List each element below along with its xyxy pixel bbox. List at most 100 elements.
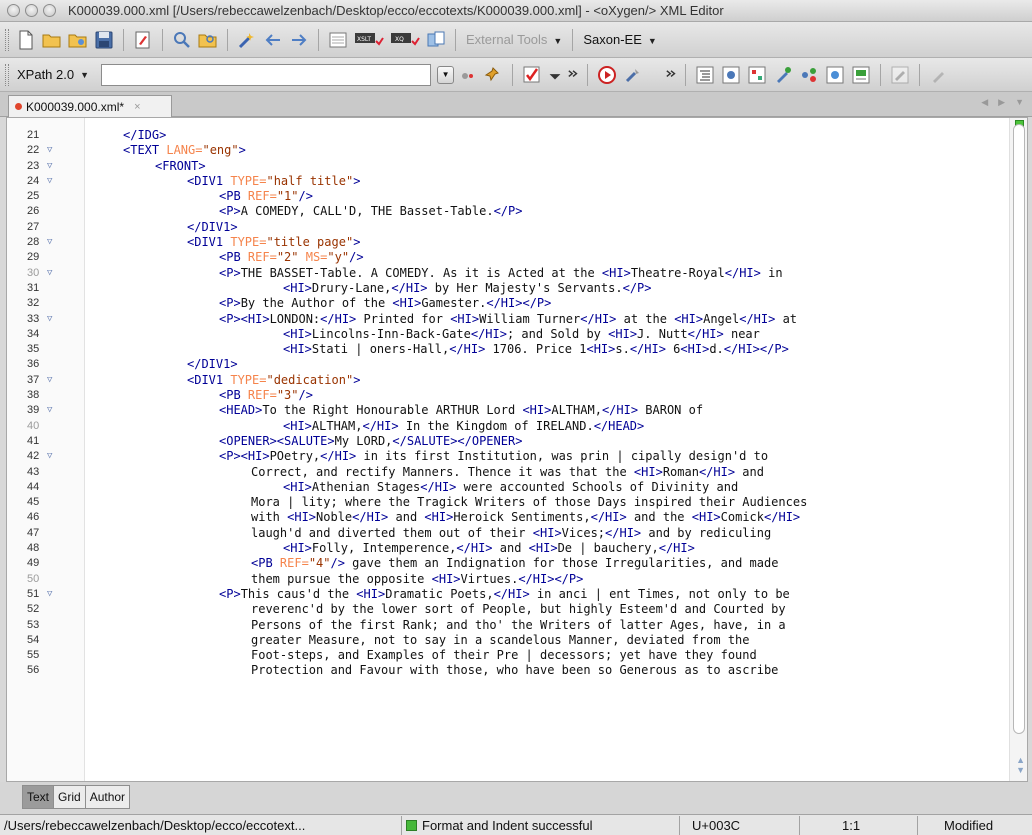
close-tab-icon[interactable]: × (134, 101, 140, 113)
back-arrow-icon[interactable] (261, 28, 285, 52)
code-line[interactable]: 21 </IDG> (7, 128, 1007, 143)
tab-right-arrow-icon[interactable]: ▶ (998, 97, 1005, 108)
code-line[interactable]: 31 <HI>Drury-Lane,</HI> by Her Majesty's … (7, 281, 1007, 296)
apply-scenario-icon[interactable] (424, 28, 448, 52)
code-line[interactable]: 27 </DIV1> (7, 220, 1007, 235)
document-properties-icon[interactable] (849, 63, 873, 87)
vertical-scrollbar[interactable]: ▲ ▼ (1009, 118, 1027, 781)
transformer-menu[interactable]: Saxon-EE ▼ (579, 32, 660, 47)
code-line[interactable]: 25 <PB REF="1"/> (7, 189, 1007, 204)
preview-icon[interactable] (823, 63, 847, 87)
code-line[interactable]: 53 Persons of the first Rank; and tho' th… (7, 618, 1007, 633)
pin-icon[interactable] (481, 63, 505, 87)
tab-list-icon[interactable]: ▼ (1015, 97, 1024, 108)
code-line[interactable]: 34 <HI>Lincolns-Inn-Back-Gate</HI>; and S… (7, 327, 1007, 342)
fold-toggle-icon[interactable]: ▽ (47, 266, 52, 281)
xpath-history-dropdown[interactable]: ▼ (437, 65, 455, 84)
overflow-chevron-icon[interactable] (566, 63, 580, 87)
code-line[interactable]: 40 <HI>ALTHAM,</HI> In the Kingdom of IRE… (7, 419, 1007, 434)
external-tools-menu[interactable]: External Tools ▼ (462, 32, 566, 47)
code-line[interactable]: 46 with <HI>Noble</HI> and <HI>Heroick Se… (7, 510, 1007, 525)
open-folder-icon[interactable] (40, 28, 64, 52)
code-line[interactable]: 44 <HI>Athenian Stages</HI> were accounte… (7, 480, 1007, 495)
toggle-comment-icon[interactable] (719, 63, 743, 87)
code-line[interactable]: 42 ▽ <P><HI>POetry,</HI> in its first Inst… (7, 449, 1007, 464)
code-line[interactable]: 50 them pursue the opposite <HI>Virtues.<… (7, 572, 1007, 587)
xquery-transform-icon[interactable]: XQ (388, 28, 422, 52)
author-edit-icon[interactable] (888, 63, 912, 87)
code-line[interactable]: 39 ▽ <HEAD>To the Right Honourable ARTHUR … (7, 403, 1007, 418)
code-line[interactable]: 43 Correct, and rectify Manners. Thence i… (7, 465, 1007, 480)
code-line[interactable]: 23 ▽ <FRONT> (7, 159, 1007, 174)
code-line[interactable]: 52 reverenc'd by the lower sort of People… (7, 602, 1007, 617)
toolbar-grip[interactable] (5, 63, 9, 86)
code-line[interactable]: 36 </DIV1> (7, 357, 1007, 372)
edit-document-icon[interactable] (131, 28, 155, 52)
code-area[interactable]: 21 </IDG> 22 ▽ <TEXT LANG="eng"> 23 ▽ <FRONT> 24… (7, 128, 1007, 679)
code-line[interactable]: 24 ▽ <DIV1 TYPE="half title"> (7, 174, 1007, 189)
fold-toggle-icon[interactable]: ▽ (47, 143, 52, 158)
find-in-files-icon[interactable] (196, 28, 220, 52)
tab-text[interactable]: Text (23, 786, 55, 808)
fold-toggle-icon[interactable]: ▽ (47, 449, 52, 464)
validate-icon[interactable] (520, 63, 544, 87)
code-line[interactable]: 38 <PB REF="3"/> (7, 388, 1007, 403)
code-line[interactable]: 29 <PB REF="2" MS="y"/> (7, 250, 1007, 265)
edit-attributes-icon[interactable] (771, 63, 795, 87)
fold-toggle-icon[interactable]: ▽ (47, 174, 52, 189)
format-indent-icon[interactable] (693, 63, 717, 87)
zoom-window-button[interactable] (43, 4, 56, 17)
code-line[interactable]: 33 ▽ <P><HI>LONDON:</HI> Printed for <HI>W… (7, 312, 1007, 327)
tab-grid[interactable]: Grid (54, 786, 86, 808)
code-line[interactable]: 47 laugh'd and diverted them out of their… (7, 526, 1007, 541)
scrollbar-thumb[interactable] (1013, 124, 1025, 734)
text-editor[interactable]: 21 </IDG> 22 ▽ <TEXT LANG="eng"> 23 ▽ <FRONT> 24… (6, 117, 1028, 782)
code-line[interactable]: 54 greater Measure, not to say in a scand… (7, 633, 1007, 648)
outline-view-icon[interactable] (326, 28, 350, 52)
minimize-window-button[interactable] (25, 4, 38, 17)
find-icon[interactable] (170, 28, 194, 52)
code-line[interactable]: 49 <PB REF="4"/> gave them an Indignation… (7, 556, 1007, 571)
refactor-icon[interactable] (797, 63, 821, 87)
overflow-chevron-icon[interactable] (664, 63, 678, 87)
configure-icon[interactable] (235, 28, 259, 52)
fold-toggle-icon[interactable]: ▽ (47, 587, 52, 602)
new-document-icon[interactable] (14, 28, 38, 52)
fold-toggle-icon[interactable]: ▽ (47, 312, 52, 327)
fold-toggle-icon[interactable]: ▽ (47, 403, 52, 418)
code-line[interactable]: 22 ▽ <TEXT LANG="eng"> (7, 143, 1007, 158)
xpath-settings-icon[interactable] (455, 63, 479, 87)
open-url-icon[interactable] (66, 28, 90, 52)
tab-k000039[interactable]: K000039.000.xml* × (8, 95, 172, 117)
code-line[interactable]: 32 <P>By the Author of the <HI>Gamester.<… (7, 296, 1007, 311)
code-line[interactable]: 26 <P>A COMEDY, CALL'D, THE Basset-Table.… (7, 204, 1007, 219)
fold-toggle-icon[interactable]: ▽ (47, 159, 52, 174)
debug-tools-icon[interactable] (621, 63, 645, 87)
code-line[interactable]: 55 Foot-steps, and Examples of their Pre … (7, 648, 1007, 663)
code-line[interactable]: 30 ▽ <P>THE BASSET-Table. A COMEDY. As it … (7, 266, 1007, 281)
fold-toggle-icon[interactable]: ▽ (47, 373, 52, 388)
forward-arrow-icon[interactable] (287, 28, 311, 52)
code-line[interactable]: 28 ▽ <DIV1 TYPE="title page"> (7, 235, 1007, 250)
fold-toggle-icon[interactable]: ▽ (47, 235, 52, 250)
code-line[interactable]: 37 ▽ <DIV1 TYPE="dedication"> (7, 373, 1007, 388)
code-line[interactable]: 48 <HI>Folly, Intemperence,</HI> and <HI>… (7, 541, 1007, 556)
code-line[interactable]: 41 <OPENER><SALUTE>My LORD,</SALUTE></OPE… (7, 434, 1007, 449)
xslt-transform-icon[interactable]: XSLT (352, 28, 386, 52)
schema-icon[interactable] (745, 63, 769, 87)
xpath-version-select[interactable]: XPath 2.0 ▼ (13, 64, 93, 86)
scroll-arrows[interactable]: ▲ ▼ (1016, 755, 1025, 775)
code-line[interactable]: 56 Protection and Favour with those, who … (7, 663, 1007, 678)
save-icon[interactable] (92, 28, 116, 52)
code-line[interactable]: 45 Mora | lity; where the Tragick Writers… (7, 495, 1007, 510)
tab-left-arrow-icon[interactable]: ◀ (981, 97, 988, 108)
validate-options-icon[interactable] (546, 63, 564, 87)
toolbar-grip[interactable] (5, 28, 9, 51)
xpath-input[interactable] (101, 63, 432, 86)
code-line[interactable]: 35 <HI>Stati | oners-Hall,</HI> 1706. Pri… (7, 342, 1007, 357)
tab-author[interactable]: Author (86, 786, 129, 808)
code-line[interactable]: 51 ▽ <P>This caus'd the <HI>Dramatic Poets… (7, 587, 1007, 602)
xml-text: Folly, Intemperence, (311, 541, 457, 556)
run-transform-icon[interactable] (595, 63, 619, 87)
close-window-button[interactable] (7, 4, 20, 17)
